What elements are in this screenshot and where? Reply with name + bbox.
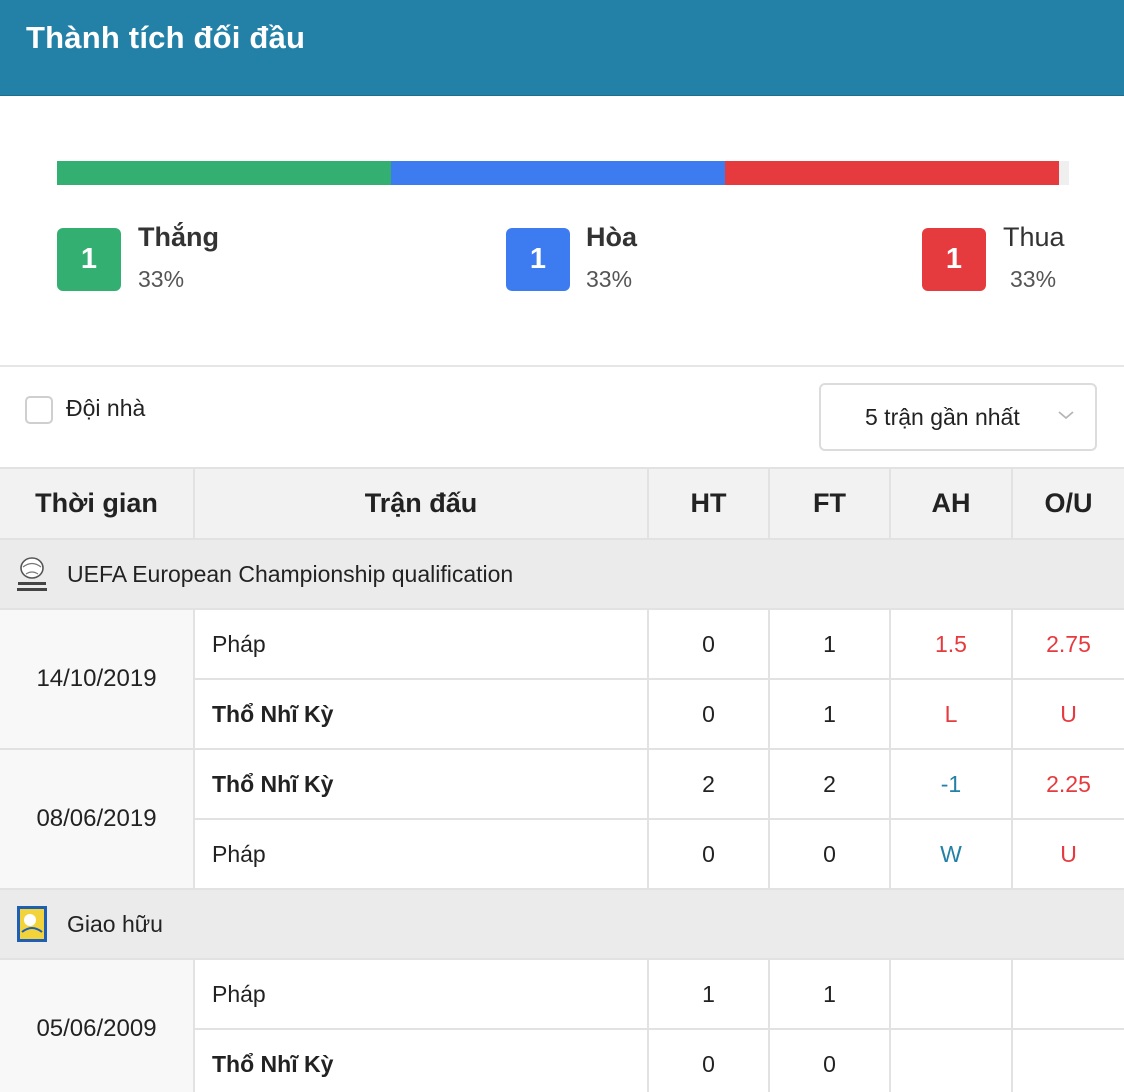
col-header-ah: AH bbox=[889, 467, 1012, 540]
team-name[interactable]: Pháp bbox=[193, 819, 648, 890]
league-row: Giao hữu bbox=[0, 889, 1124, 960]
draw-count-badge: 1 bbox=[506, 228, 570, 291]
ou-result bbox=[1011, 1029, 1124, 1092]
draw-percent: 33% bbox=[586, 266, 633, 292]
ht-score: 0 bbox=[647, 1029, 769, 1092]
lose-percent: 33% bbox=[1010, 266, 1057, 292]
lose-label: Thua bbox=[1003, 222, 1065, 252]
ht-score: 0 bbox=[647, 819, 769, 890]
team-name[interactable]: Thổ Nhĩ Kỳ bbox=[193, 679, 648, 750]
team-name[interactable]: Thổ Nhĩ Kỳ bbox=[193, 1029, 648, 1092]
match-count-select[interactable]: 5 trận gần nhất bbox=[819, 383, 1097, 451]
ou-value bbox=[1011, 959, 1124, 1030]
ft-score: 0 bbox=[768, 1029, 890, 1092]
win-label: Thắng bbox=[138, 222, 219, 252]
table-header-row: Thời gian Trận đấu HT FT AH O/U bbox=[0, 467, 1124, 540]
ht-score: 0 bbox=[647, 679, 769, 750]
ft-score: 2 bbox=[768, 749, 890, 820]
ou-value: 2.75 bbox=[1011, 609, 1124, 680]
ht-score: 0 bbox=[647, 609, 769, 680]
lose-ratio-bar bbox=[725, 161, 1059, 185]
table-row[interactable]: 05/06/2009 Pháp 1 1 bbox=[0, 959, 1124, 1092]
ht-score: 1 bbox=[647, 959, 769, 1030]
ft-score: 1 bbox=[768, 959, 890, 1030]
uefa-euro-qualifiers-logo-icon bbox=[17, 557, 47, 591]
team-name[interactable]: Thổ Nhĩ Kỳ bbox=[193, 749, 648, 820]
win-count-badge: 1 bbox=[57, 228, 121, 291]
ou-result: U bbox=[1011, 679, 1124, 750]
ft-score: 1 bbox=[768, 679, 890, 750]
match-date: 05/06/2009 bbox=[0, 959, 194, 1092]
ah-result: W bbox=[889, 819, 1012, 890]
col-header-match: Trận đấu bbox=[193, 467, 648, 540]
league-name: UEFA European Championship qualification bbox=[67, 560, 514, 587]
section-divider bbox=[0, 365, 1124, 367]
col-header-ou: O/U bbox=[1011, 467, 1124, 540]
table-row[interactable]: 08/06/2019 Thổ Nhĩ Kỳ 2 2 -1 2.25 bbox=[0, 749, 1124, 890]
league-name: Giao hữu bbox=[67, 910, 163, 937]
ou-result: U bbox=[1011, 819, 1124, 890]
ft-score: 0 bbox=[768, 819, 890, 890]
col-header-ft: FT bbox=[768, 467, 890, 540]
match-date: 08/06/2019 bbox=[0, 749, 194, 890]
draw-ratio-bar bbox=[391, 161, 725, 185]
win-percent: 33% bbox=[138, 266, 185, 292]
head-to-head-table: Thời gian Trận đấu HT FT AH O/U UEFA Eur… bbox=[0, 467, 1124, 1092]
ah-value: 1.5 bbox=[889, 609, 1012, 680]
ah-value: -1 bbox=[889, 749, 1012, 820]
team-name[interactable]: Pháp bbox=[193, 609, 648, 680]
friendly-match-logo-icon bbox=[17, 906, 47, 942]
header-bar: Thành tích đối đầu bbox=[0, 0, 1124, 96]
home-team-label[interactable]: Đội nhà bbox=[66, 395, 145, 422]
draw-label: Hòa bbox=[586, 222, 638, 252]
league-row: UEFA European Championship qualification bbox=[0, 539, 1124, 610]
win-ratio-bar bbox=[57, 161, 391, 185]
ft-score: 1 bbox=[768, 609, 890, 680]
match-count-value: 5 trận gần nhất bbox=[865, 404, 1020, 430]
ah-value bbox=[889, 959, 1012, 1030]
team-name[interactable]: Pháp bbox=[193, 959, 648, 1030]
col-header-ht: HT bbox=[647, 467, 769, 540]
lose-count-badge: 1 bbox=[922, 228, 986, 291]
page-title: Thành tích đối đầu bbox=[26, 20, 306, 55]
match-date: 14/10/2019 bbox=[0, 609, 194, 750]
table-row[interactable]: 14/10/2019 Pháp 0 1 1.5 2.75 bbox=[0, 609, 1124, 750]
ah-result bbox=[889, 1029, 1012, 1092]
col-header-time: Thời gian bbox=[0, 467, 194, 540]
chevron-down-icon bbox=[1058, 411, 1074, 420]
ah-result: L bbox=[889, 679, 1012, 750]
home-team-checkbox[interactable] bbox=[25, 396, 53, 424]
ht-score: 2 bbox=[647, 749, 769, 820]
ou-value: 2.25 bbox=[1011, 749, 1124, 820]
ratio-bar-track bbox=[1059, 161, 1069, 185]
